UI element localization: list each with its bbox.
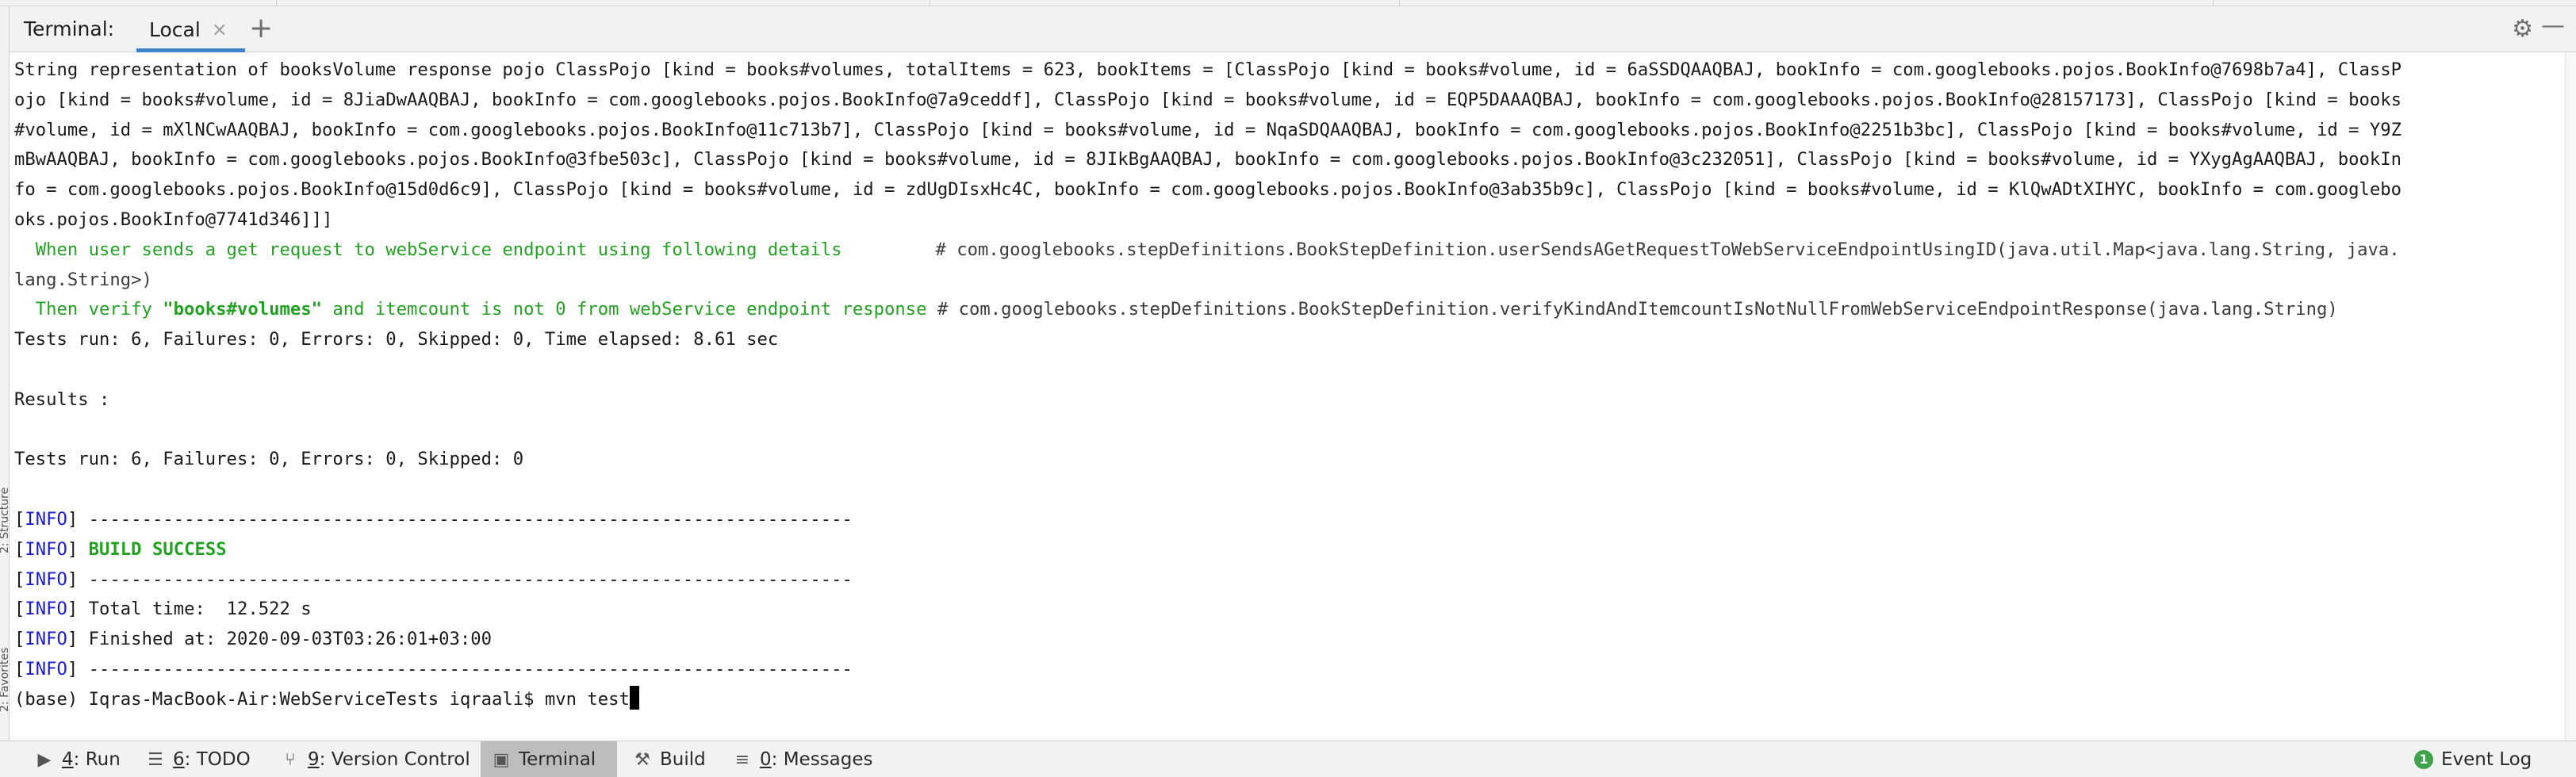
editor-tab-strip [0, 0, 2576, 6]
info-tag: INFO [25, 538, 67, 560]
text-cursor [629, 685, 639, 710]
vcs-label: : Version Control [319, 749, 470, 770]
step-when-text: When user sends a get request to webServ… [14, 239, 842, 260]
build-icon: ⚒ [634, 749, 650, 770]
tool-window-event-log[interactable]: 1 Event Log [2403, 741, 2543, 777]
results-line: Results : [14, 388, 110, 410]
tool-window-version-control[interactable]: ⑂ 9: Version Control [270, 741, 481, 777]
info-tag: INFO [25, 599, 67, 620]
tab-divider [2213, 0, 2214, 6]
structure-tool-label[interactable]: 2: Structure [0, 488, 9, 553]
vcs-shortcut: 9 [308, 749, 320, 770]
maven-info-line: [INFO] ---------------------------------… [14, 568, 853, 590]
step-then-prefix: Then verify [14, 299, 163, 320]
cucumber-step-when: When user sends a get request to webServ… [14, 235, 2528, 266]
info-separator: ----------------------------------------… [78, 508, 853, 530]
tab-local-label: Local [149, 17, 201, 41]
terminal-header: Terminal: Local × + ⚙ — [10, 6, 2576, 52]
tool-window-messages[interactable]: ≡ 0: Messages [722, 741, 884, 777]
output-line: oks.pojos.BookInfo@7741d346]]] [14, 209, 333, 230]
shell-prompt-text: (base) Iqras-MacBook-Air:WebServiceTests… [14, 688, 630, 710]
info-tag: INFO [25, 658, 67, 679]
tool-window-run[interactable]: ▶ 4: Run [24, 741, 132, 777]
todo-shortcut: 6 [173, 749, 185, 770]
build-label: Build [660, 749, 706, 770]
info-separator: ----------------------------------------… [78, 568, 853, 590]
output-line: ojo [kind = books#volume, id = 8JiaDwAAQ… [14, 89, 2402, 110]
favorites-tool-label[interactable]: 2: Favorites [0, 648, 9, 712]
run-icon: ▶ [37, 749, 52, 770]
messages-shortcut: 0 [760, 749, 772, 770]
terminal-title: Terminal: [24, 17, 115, 40]
finished-at-text: Finished at: 2020-09-03T03:26:01+03:00 [78, 629, 493, 650]
maven-info-line: [INFO] ---------------------------------… [14, 508, 853, 530]
left-tool-strip: 2: Structure 2: Favorites [0, 6, 10, 742]
tab-divider [276, 0, 277, 6]
step-when-comment: # com.googlebooks.stepDefinitions.BookSt… [935, 239, 2400, 260]
info-tag: INFO [25, 629, 67, 650]
gear-icon[interactable]: ⚙ [2512, 17, 2533, 41]
version-control-icon: ⑂ [285, 749, 296, 770]
minimize-icon[interactable]: — [2541, 14, 2565, 38]
messages-label: : Messages [771, 749, 873, 770]
tests-run-summary-line: Tests run: 6, Failures: 0, Errors: 0, Sk… [14, 449, 524, 470]
todo-label: : TODO [184, 749, 251, 770]
messages-icon: ≡ [734, 749, 750, 770]
todo-icon: ☰ [148, 749, 163, 770]
step-then-comment: # com.googlebooks.stepDefinitions.BookSt… [926, 299, 2338, 320]
total-time-text: Total time: 12.522 s [78, 599, 312, 620]
event-log-label: Event Log [2441, 749, 2532, 770]
output-line: #volume, id = mXlNCwAAQBAJ, bookInfo = c… [14, 119, 2402, 140]
tab-divider [1399, 0, 1400, 6]
terminal-scrollbar[interactable] [2565, 52, 2576, 742]
step-then-suffix: and itemcount is not 0 from webService e… [321, 299, 927, 320]
info-tag: INFO [25, 508, 67, 530]
maven-info-line: [INFO] BUILD SUCCESS [14, 538, 227, 560]
active-tab-indicator [136, 48, 245, 52]
info-separator: ----------------------------------------… [78, 658, 853, 679]
tool-window-build[interactable]: ⚒ Build [622, 741, 717, 777]
maven-info-line: [INFO] Total time: 12.522 s [14, 599, 312, 620]
maven-info-line: [INFO] ---------------------------------… [14, 658, 853, 679]
tab-local[interactable]: Local × [130, 6, 245, 52]
shell-prompt-line[interactable]: (base) Iqras-MacBook-Air:WebServiceTests… [14, 685, 2528, 715]
step-then-arg: "books#volumes" [163, 299, 322, 320]
cucumber-step-then: Then verify "books#volumes" and itemcoun… [14, 295, 2528, 325]
close-icon[interactable]: × [212, 20, 228, 39]
run-label: : Run [73, 749, 121, 770]
output-line: String representation of booksVolume res… [14, 59, 2402, 80]
terminal-output[interactable]: String representation of booksVolume res… [14, 56, 2528, 729]
event-log-icon: 1 [2414, 750, 2433, 769]
output-line: mBwAAQBAJ, bookInfo = com.googlebooks.po… [14, 149, 2402, 170]
tests-run-line: Tests run: 6, Failures: 0, Errors: 0, Sk… [14, 329, 779, 350]
build-success-text: BUILD SUCCESS [78, 538, 227, 560]
maven-info-line: [INFO] Finished at: 2020-09-03T03:26:01+… [14, 629, 493, 650]
step-when-comment-cont: lang.String>) [14, 269, 152, 290]
terminal-label: Terminal [519, 749, 596, 770]
output-line: fo = com.googlebooks.pojos.BookInfo@15d0… [14, 179, 2402, 201]
bottom-tool-bar: ▶ 4: Run ☰ 6: TODO ⑂ 9: Version Control … [0, 741, 2576, 777]
tool-window-todo[interactable]: ☰ 6: TODO [135, 741, 262, 777]
add-tab-icon[interactable]: + [249, 13, 273, 44]
info-tag: INFO [25, 568, 67, 590]
tool-window-terminal[interactable]: ▣ Terminal [481, 741, 617, 777]
run-shortcut: 4 [62, 749, 74, 770]
terminal-icon: ▣ [493, 749, 510, 770]
